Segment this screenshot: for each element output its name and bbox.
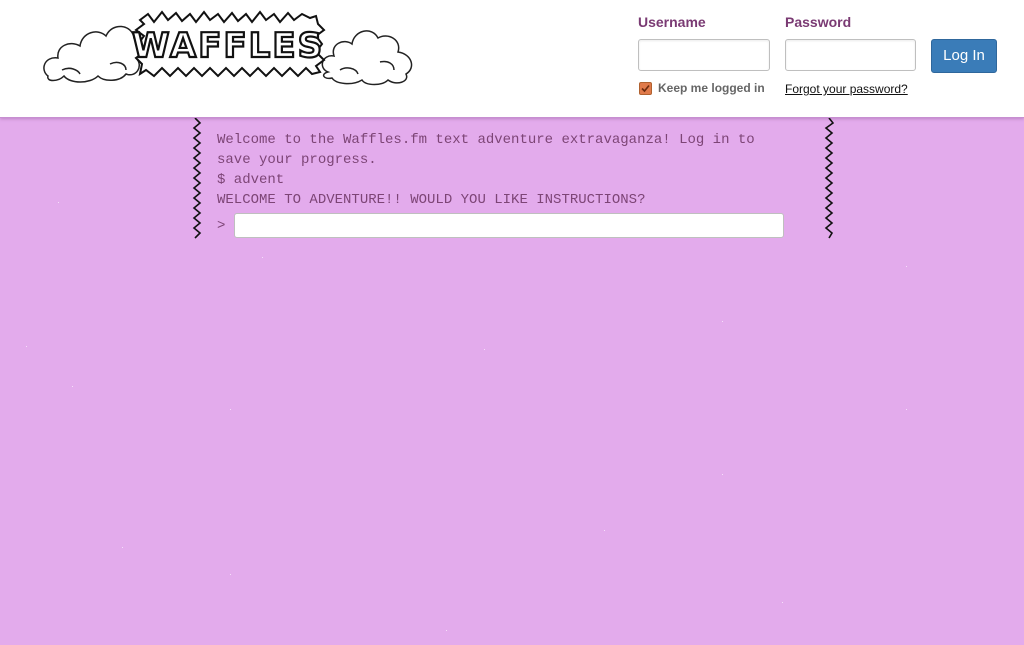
logo-text: WAFFLES (132, 26, 324, 66)
background-speck (782, 602, 783, 603)
background-speck (604, 530, 605, 531)
remember-me[interactable]: Keep me logged in (639, 81, 765, 95)
background-speck (262, 257, 263, 258)
background-speck (58, 202, 59, 203)
password-input[interactable] (785, 39, 916, 71)
login-button[interactable]: Log In (931, 39, 997, 73)
password-label: Password (785, 14, 852, 30)
background-speck (446, 630, 447, 631)
background-speck (122, 547, 123, 548)
terminal-line: WELCOME TO ADVENTURE!! WOULD YOU LIKE IN… (217, 192, 646, 208)
right-zigzag-border (824, 118, 834, 239)
forgot-password-link[interactable]: Forgot your password? (785, 82, 908, 96)
terminal-line: $ advent (217, 172, 285, 188)
terminal-output: Welcome to the Waffles.fm text adventure… (217, 130, 787, 210)
background-speck (722, 321, 723, 322)
background-speck (230, 574, 231, 575)
left-zigzag-border (192, 118, 202, 239)
terminal-line: Welcome to the Waffles.fm text adventure… (217, 132, 764, 168)
remember-checkbox[interactable] (639, 81, 652, 95)
background-speck (906, 266, 907, 267)
waffles-logo[interactable]: WAFFLES (40, 10, 420, 90)
username-input[interactable] (638, 39, 770, 71)
command-prompt: > (217, 213, 785, 238)
command-input[interactable] (234, 213, 785, 238)
site-header: WAFFLES Username Password Log In Keep me… (0, 0, 1024, 118)
username-label: Username (638, 14, 706, 30)
remember-label: Keep me logged in (658, 81, 765, 95)
background-speck (26, 346, 27, 347)
background-speck (484, 349, 485, 350)
prompt-symbol: > (217, 217, 226, 234)
background-speck (906, 409, 907, 410)
terminal-panel: Welcome to the Waffles.fm text adventure… (192, 118, 834, 240)
background-speck (722, 474, 723, 475)
checkmark-icon (641, 84, 650, 92)
background-speck (72, 386, 73, 387)
background-speck (230, 409, 231, 410)
